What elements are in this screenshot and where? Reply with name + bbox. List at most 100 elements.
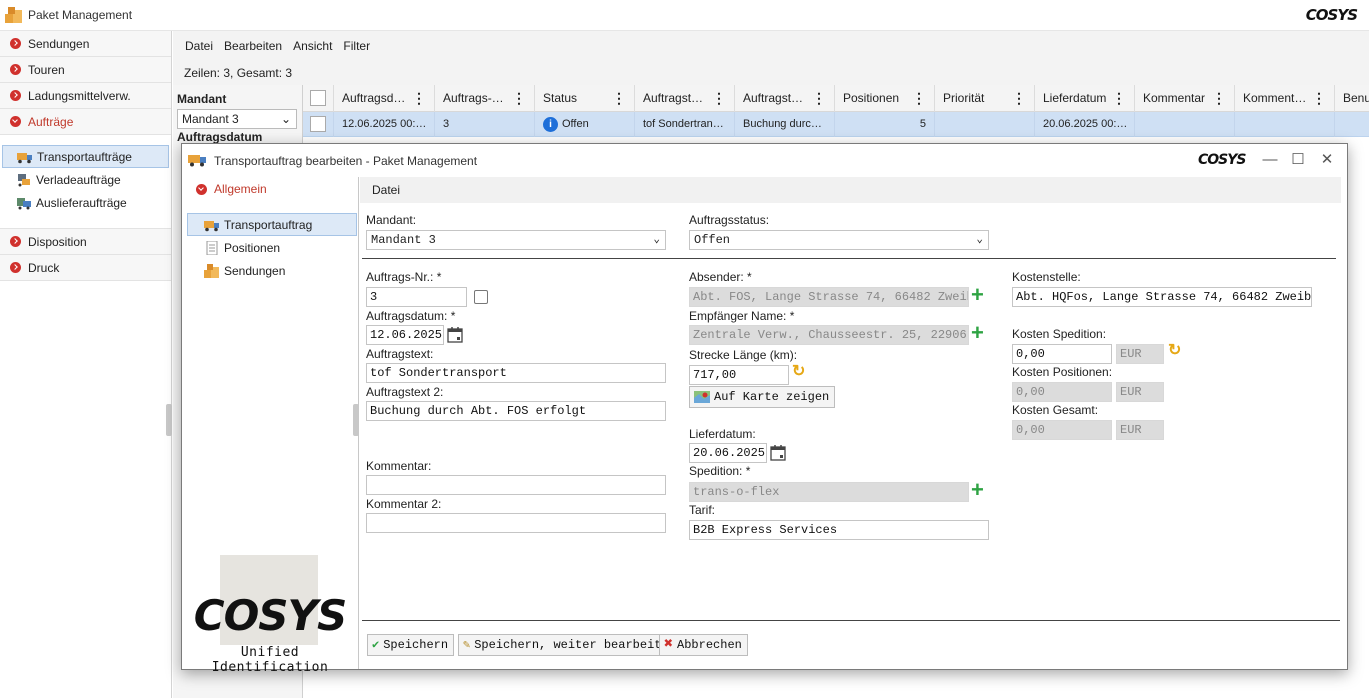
col-auftragstext[interactable]: Auftragst… ⋮ <box>634 85 734 112</box>
col-label: Lieferdatum <box>1043 91 1107 105</box>
sidebar-item-transportauftraege[interactable]: Transportaufträge <box>2 145 169 168</box>
col-status[interactable]: Status ⋮ <box>534 85 634 112</box>
col-lieferdatum[interactable]: Lieferdatum ⋮ <box>1034 85 1134 112</box>
refresh-icon[interactable]: ↻ <box>792 364 805 380</box>
save-button[interactable]: ✔ Speichern <box>367 634 455 656</box>
column-menu-icon[interactable]: ⋮ <box>712 85 726 112</box>
auftrags-nr-checkbox[interactable] <box>474 290 488 304</box>
menu-datei[interactable]: Datei <box>185 39 213 53</box>
nav-ladungsmittel[interactable]: Ladungsmittelverw. <box>0 83 171 109</box>
chevron-right-icon <box>10 64 21 75</box>
auftrags-nr-input[interactable]: 3 <box>366 287 467 307</box>
nav-touren[interactable]: Touren <box>0 57 171 83</box>
column-menu-icon[interactable]: ⋮ <box>1012 85 1026 112</box>
col-positionen[interactable]: Positionen ⋮ <box>834 85 934 112</box>
menu-ansicht[interactable]: Ansicht <box>293 39 332 53</box>
kostenstelle-input[interactable]: Abt. HQFos, Lange Strasse 74, 66482 Zwei… <box>1012 287 1312 307</box>
col-auftrags-nr[interactable]: Auftrags-… ⋮ <box>434 85 534 112</box>
column-menu-icon[interactable]: ⋮ <box>412 85 426 112</box>
nav-sendungen[interactable]: Sendungen <box>0 31 171 57</box>
karte-zeigen-button[interactable]: Auf Karte zeigen <box>689 386 836 408</box>
mandant-select[interactable]: Mandant 3 ⌄ <box>366 230 666 250</box>
dialog-menu-datei[interactable]: Datei <box>360 177 1341 203</box>
col-auftragstext2[interactable]: Auftragst… ⋮ <box>734 85 834 112</box>
nav-auftraege[interactable]: Aufträge <box>0 109 171 135</box>
package-icon <box>5 7 22 23</box>
auftragsstatus-label: Auftragsstatus: <box>689 213 770 227</box>
kosten-positionen-input: 0,00 <box>1012 382 1112 402</box>
column-menu-icon[interactable]: ⋮ <box>512 85 526 112</box>
sidebar-item-verladeauftraege[interactable]: Verladeaufträge <box>0 168 171 191</box>
nav-disposition[interactable]: Disposition <box>0 229 171 255</box>
dialog-nav-transportauftrag[interactable]: Transportauftrag <box>187 213 357 236</box>
cancel-button[interactable]: ✖ Abbrechen <box>659 634 748 656</box>
kommentar2-label: Kommentar 2: <box>366 497 442 511</box>
auftragstext-input[interactable]: tof Sondertransport <box>366 363 666 383</box>
save-continue-button[interactable]: ✎ Speichern, weiter bearbeiten <box>458 634 682 656</box>
col-label: Positionen <box>843 91 900 105</box>
filter-mandant-select[interactable]: Mandant 3 ⌄ <box>177 109 297 129</box>
add-empfaenger-icon[interactable]: + <box>971 322 984 344</box>
chevron-right-icon <box>10 38 21 49</box>
col-label: Komment… <box>1243 91 1307 105</box>
truck-icon <box>188 155 206 167</box>
col-prioritaet[interactable]: Priorität ⋮ <box>934 85 1034 112</box>
delivery-icon <box>17 197 31 209</box>
table-row[interactable]: 12.06.2025 00:… 3 i Offen tof Sondertran…… <box>303 112 1369 137</box>
strecke-input[interactable]: 717,00 <box>689 365 789 385</box>
menu-bearbeiten[interactable]: Bearbeiten <box>224 39 282 53</box>
dialog-nav-sendungen[interactable]: Sendungen <box>182 259 358 282</box>
nav-druck[interactable]: Druck <box>0 255 171 281</box>
nav-label: Sendungen <box>28 36 90 51</box>
sidebar-item-auslieferauftraege[interactable]: Auslieferaufträge <box>0 191 171 214</box>
cancel-label: Abbrechen <box>677 638 742 652</box>
column-menu-icon[interactable]: ⋮ <box>1312 85 1326 112</box>
calendar-icon[interactable] <box>769 444 787 462</box>
lieferdatum-input[interactable]: 20.06.2025 <box>689 443 767 463</box>
add-spedition-icon[interactable]: + <box>971 479 984 501</box>
add-absender-icon[interactable]: + <box>971 284 984 306</box>
refresh-icon[interactable]: ↻ <box>1168 343 1181 359</box>
chevron-right-icon <box>10 236 21 247</box>
col-kommentar2[interactable]: Komment… ⋮ <box>1234 85 1334 112</box>
kosten-spedition-label: Kosten Spedition: <box>1012 327 1107 341</box>
dialog-nav-positionen[interactable]: Positionen <box>182 236 358 259</box>
main-titlebar: Paket Management COSYS <box>0 0 1369 31</box>
chevron-down-icon <box>196 183 207 195</box>
close-button[interactable]: ✕ <box>1316 150 1338 170</box>
kommentar2-input[interactable] <box>366 513 666 533</box>
kosten-spedition-input[interactable]: 0,00 <box>1012 344 1112 364</box>
column-menu-icon[interactable]: ⋮ <box>1212 85 1226 112</box>
section-allgemein[interactable]: Allgemein <box>182 177 358 201</box>
auftragsstatus-select[interactable]: Offen ⌄ <box>689 230 989 250</box>
kommentar-input[interactable] <box>366 475 666 495</box>
logo-tagline: Unified Identification <box>211 645 329 675</box>
col-auftragsdatum[interactable]: Auftragsd… ⋮ <box>333 85 434 112</box>
col-label: Auftragst… <box>643 91 704 105</box>
kosten-gesamt-input: 0,00 <box>1012 420 1112 440</box>
column-menu-icon[interactable]: ⋮ <box>912 85 926 112</box>
column-menu-icon[interactable]: ⋮ <box>812 85 826 112</box>
calendar-icon[interactable] <box>446 326 464 344</box>
minimize-button[interactable]: — <box>1259 150 1281 170</box>
row-checkbox[interactable] <box>310 116 326 132</box>
auftragstext2-input[interactable]: Buchung durch Abt. FOS erfolgt <box>366 401 666 421</box>
main-menubar: Datei Bearbeiten Ansicht Filter <box>173 31 1369 61</box>
select-all-checkbox[interactable] <box>310 90 326 106</box>
maximize-button[interactable]: ☐ <box>1287 150 1309 170</box>
package-icon <box>204 263 219 278</box>
col-label: Benu <box>1343 91 1369 105</box>
col-kommentar[interactable]: Kommentar ⋮ <box>1134 85 1234 112</box>
column-menu-icon[interactable]: ⋮ <box>612 85 626 112</box>
col-benutzer[interactable]: Benu <box>1334 85 1369 112</box>
nav-collapse-handle[interactable] <box>353 404 359 436</box>
mandant-label: Mandant: <box>366 213 417 227</box>
auftragsdatum-input[interactable]: 12.06.2025 <box>366 325 444 345</box>
cell-positionen: 5 <box>834 112 934 137</box>
sidebar-item-label: Auslieferaufträge <box>36 195 127 210</box>
column-menu-icon[interactable]: ⋮ <box>1112 85 1126 112</box>
sidebar-collapse-handle[interactable] <box>166 404 172 436</box>
tarif-input[interactable]: B2B Express Services <box>689 520 989 540</box>
empfaenger-input: Zentrale Verw., Chausseestr. 25, 22906 A… <box>689 325 969 345</box>
menu-filter[interactable]: Filter <box>343 39 370 53</box>
